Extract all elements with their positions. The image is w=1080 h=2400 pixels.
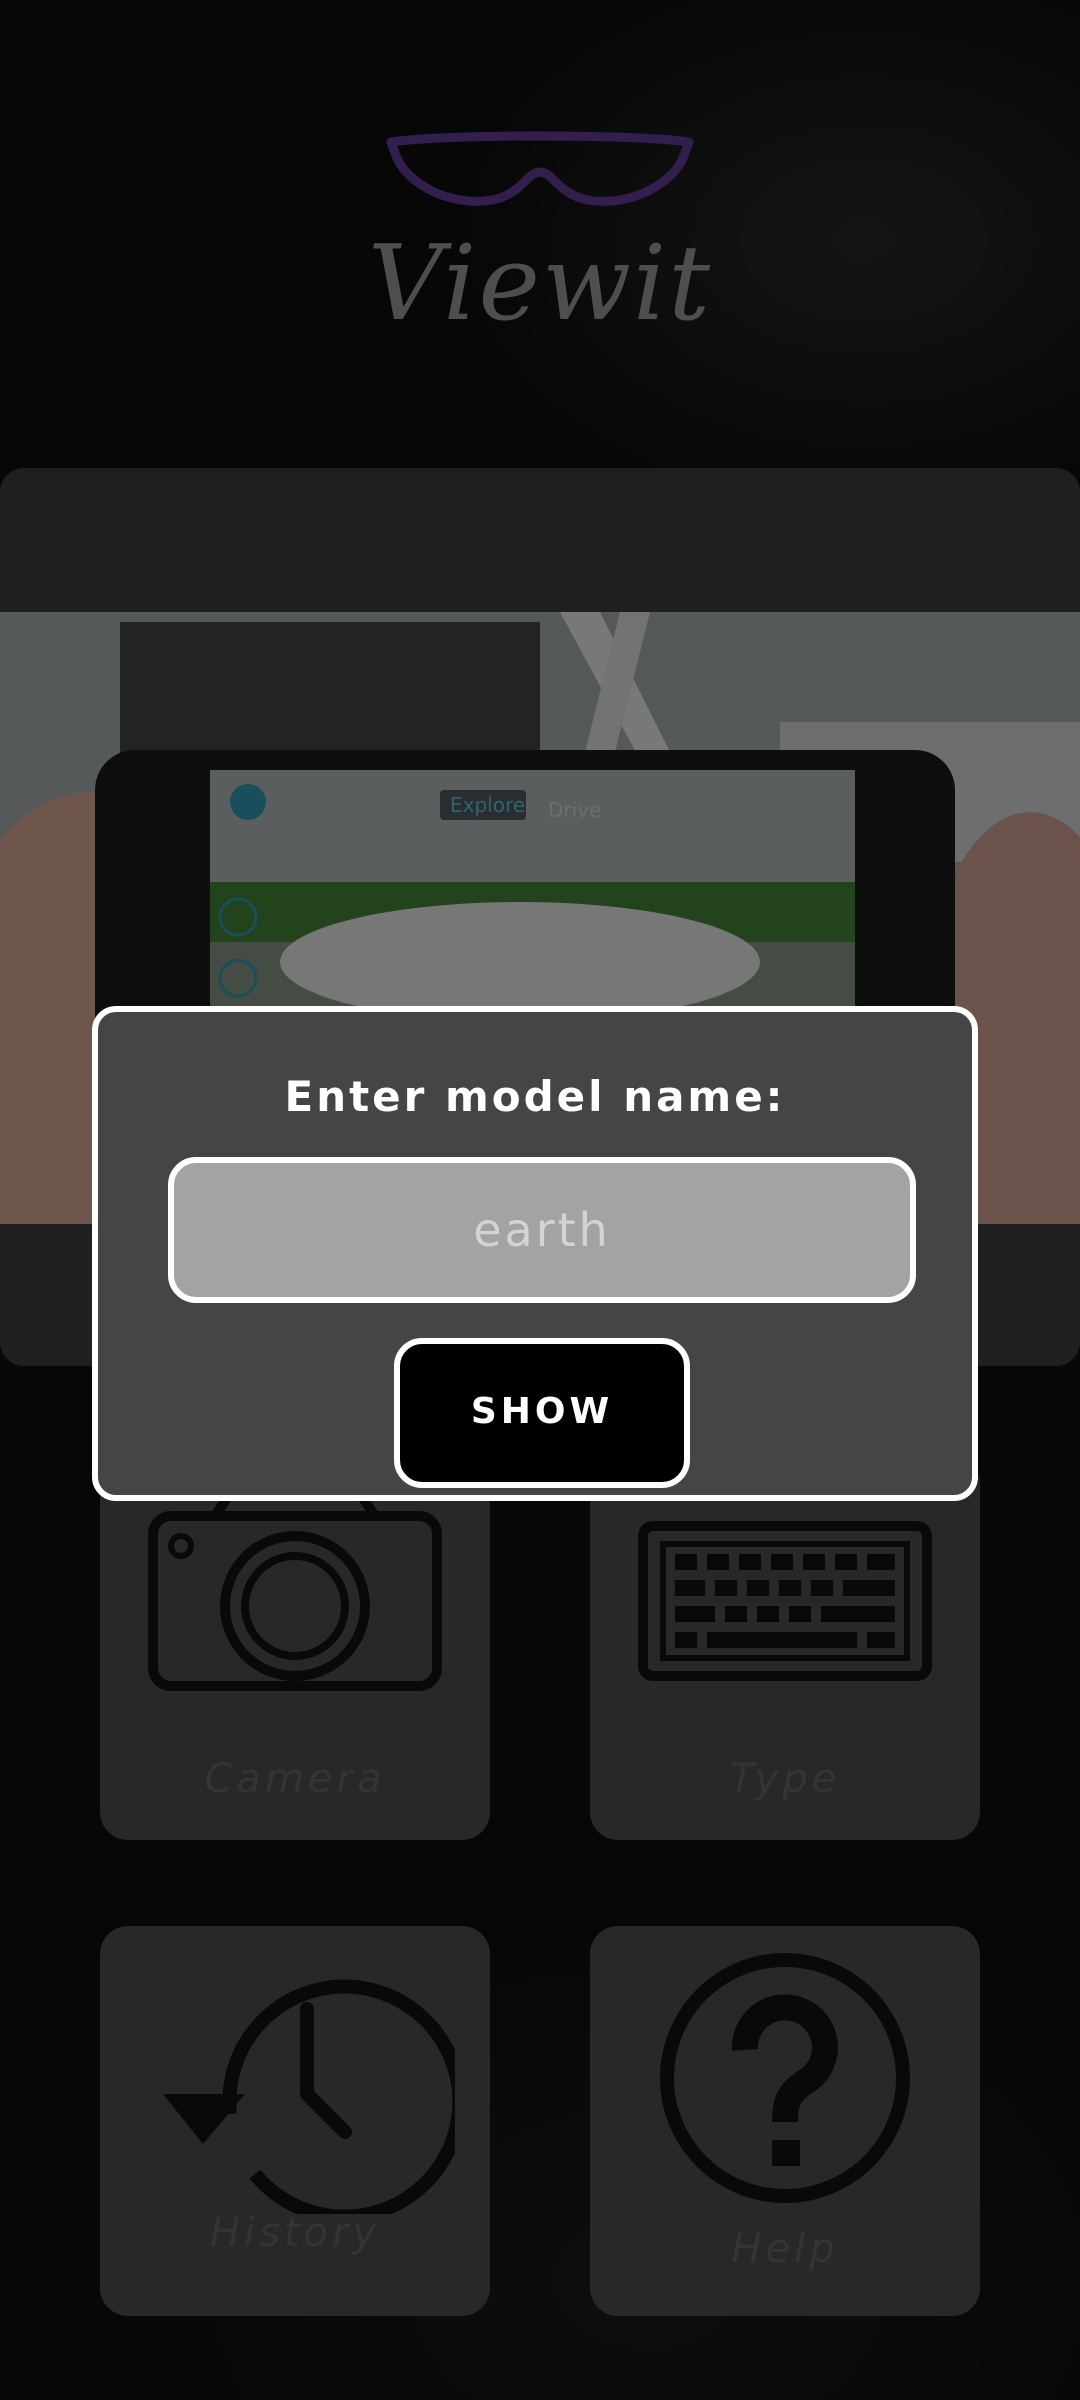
model-name-dialog: Enter model name: SHOW [92, 1006, 978, 1501]
dialog-title: Enter model name: [284, 1072, 786, 1121]
show-button[interactable]: SHOW [394, 1338, 690, 1488]
model-name-input[interactable] [168, 1157, 916, 1303]
